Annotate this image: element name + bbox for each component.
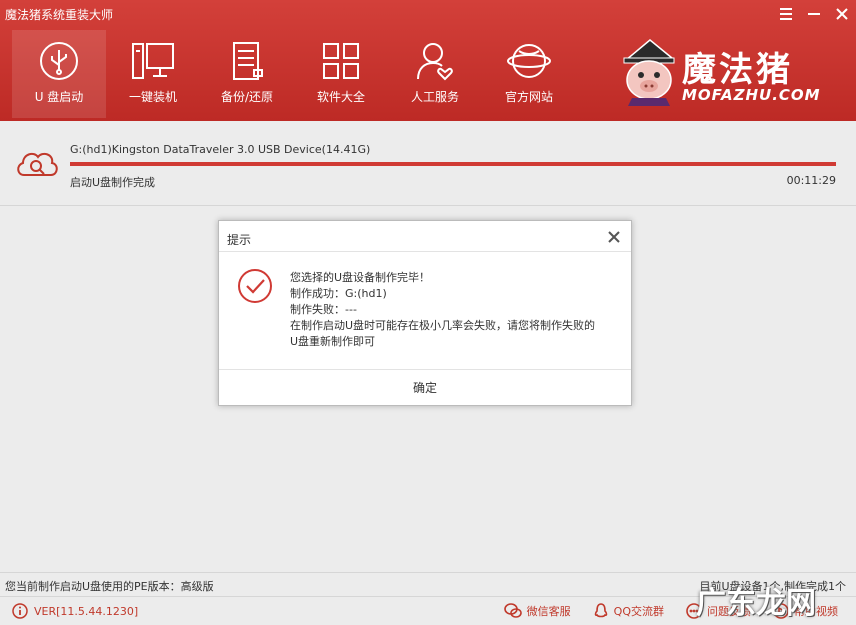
- brand-logo: 魔法猪 MOFAZHU.COM: [618, 38, 838, 106]
- nav-one-click-install[interactable]: 一键装机: [106, 30, 200, 118]
- message-line: 在制作启动U盘时可能存在极小几率会失败，请您将制作失败的: [290, 319, 596, 332]
- pe-version-text: 您当前制作启动U盘使用的PE版本：高级版: [5, 580, 214, 593]
- dialog-title: 提示: [227, 233, 252, 247]
- qq-group-link[interactable]: QQ交流群: [593, 603, 664, 619]
- logo-subtext: MOFAZHU.COM: [682, 86, 821, 104]
- prompt-dialog: 提示 您选择的U盘设备制作完毕！ 制作成功：G:(hd1) 制作失败：--- 在…: [218, 220, 632, 406]
- window-controls: [772, 0, 856, 28]
- computer-icon: [132, 43, 174, 79]
- watermark-text: 广东龙网: [696, 586, 816, 621]
- wechat-icon: [503, 603, 522, 618]
- globe-icon: [507, 44, 551, 78]
- progress-panel: G:(hd1)Kingston DataTraveler 3.0 USB Dev…: [0, 121, 856, 206]
- message-line: 您选择的U盘设备制作完毕！: [290, 271, 431, 284]
- nav-label: 人工服务: [410, 90, 459, 104]
- link-label: 微信客服: [526, 605, 571, 618]
- qq-icon: [594, 603, 607, 618]
- menu-icon: [780, 8, 792, 20]
- elapsed-time: 00:11:29: [786, 174, 836, 187]
- minimize-icon: [808, 13, 820, 15]
- nav-label: 软件大全: [316, 90, 365, 104]
- nav-manual-service[interactable]: 人工服务: [388, 30, 482, 118]
- user-heart-icon: [417, 43, 453, 81]
- message-line: 制作成功：G:(hd1): [290, 287, 387, 300]
- nav-label: 一键装机: [128, 90, 177, 104]
- message-line: U盘重新制作即可: [290, 335, 376, 348]
- progress-fill: [70, 162, 836, 166]
- success-check-icon: [238, 269, 272, 303]
- wechat-support-link[interactable]: 微信客服: [503, 603, 571, 619]
- progress-bar: [70, 162, 836, 166]
- ok-button[interactable]: 确定: [219, 370, 631, 405]
- nav-label: U 盘启动: [34, 90, 84, 104]
- apps-grid-icon: [323, 43, 359, 79]
- nav-label: 备份/还原: [220, 90, 274, 104]
- menu-button[interactable]: [772, 0, 800, 28]
- pig-mascot-icon: [623, 39, 675, 106]
- close-icon: [836, 8, 848, 20]
- close-icon: [608, 231, 620, 243]
- close-button[interactable]: [828, 0, 856, 28]
- dialog-message: 您选择的U盘设备制作完毕！ 制作成功：G:(hd1) 制作失败：--- 在制作启…: [290, 270, 620, 350]
- logo-text: 魔法猪: [682, 50, 793, 90]
- version-text: VER[11.5.44.1230]: [34, 604, 139, 618]
- version-info: VER[11.5.44.1230]: [12, 603, 138, 619]
- message-line: 制作失败：---: [290, 303, 357, 316]
- info-icon: [12, 603, 28, 619]
- device-name: G:(hd1)Kingston DataTraveler 3.0 USB Dev…: [70, 143, 371, 156]
- backup-icon: [233, 42, 263, 80]
- link-label: QQ交流群: [613, 605, 664, 618]
- dialog-header: 提示: [219, 221, 631, 252]
- cloud-usb-icon: [17, 152, 58, 176]
- minimize-button[interactable]: [800, 0, 828, 28]
- status-text: 启动U盘制作完成: [70, 176, 156, 189]
- nav-software[interactable]: 软件大全: [294, 30, 388, 118]
- window-title: 魔法猪系统重装大师: [5, 8, 114, 22]
- app-header: 魔法猪系统重装大师 U 盘启动 一键装机 备份/还原 软件大全 人工服务 官方网…: [0, 0, 856, 121]
- nav-label: 官方网站: [504, 90, 553, 104]
- nav-usb-boot[interactable]: U 盘启动: [12, 30, 106, 118]
- main-nav: U 盘启动 一键装机 备份/还原 软件大全 人工服务 官方网站: [12, 30, 576, 118]
- dialog-close-button[interactable]: [607, 230, 621, 244]
- usb-icon: [40, 42, 78, 80]
- nav-official-site[interactable]: 官方网站: [482, 30, 576, 118]
- nav-backup-restore[interactable]: 备份/还原: [200, 30, 294, 118]
